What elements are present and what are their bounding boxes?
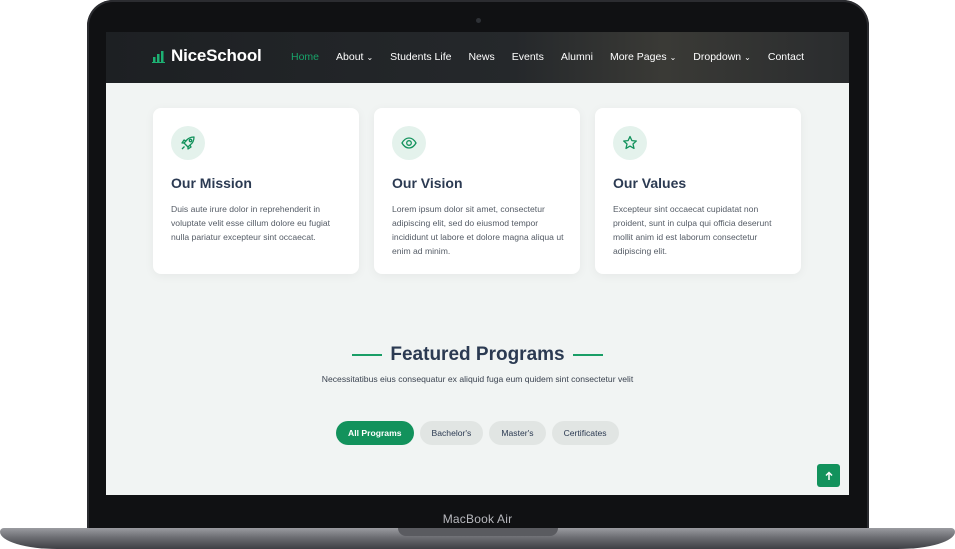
nav-item-events[interactable]: Events	[512, 51, 544, 63]
nav-label: Home	[291, 51, 320, 63]
nav-label: Contact	[767, 51, 805, 63]
card-text: Lorem ipsum dolor sit amet, consectetur …	[392, 204, 564, 256]
nav-item-contact[interactable]: Contact	[768, 51, 804, 63]
section-title: Featured Programs	[106, 344, 849, 366]
header-navbar: NiceSchool Home About ⌄ Students Life New…	[106, 32, 849, 83]
camera-icon	[476, 18, 481, 23]
chart-logo-icon	[152, 51, 165, 63]
program-filters: All Programs Bachelor's Master's Certifi…	[336, 421, 625, 445]
card-values: Our Values Excepteur sint occaecat cupid…	[595, 108, 801, 274]
nav-label: Events	[511, 51, 544, 63]
nav-item-dropdown[interactable]: Dropdown ⌄	[693, 51, 751, 63]
nav-label: Students Life	[390, 51, 452, 63]
nav-label: More Pages	[609, 51, 667, 63]
nav-item-home[interactable]: Home	[291, 51, 319, 63]
card-text: Excepteur sint occaecat cupidatat non pr…	[613, 204, 772, 256]
filter-bachelors[interactable]: Bachelor's	[419, 421, 484, 445]
laptop-notch	[398, 528, 558, 536]
filter-certificates[interactable]: Certificates	[551, 421, 619, 445]
filter-masters[interactable]: Master's	[489, 421, 546, 445]
nav-item-about[interactable]: About ⌄	[336, 51, 373, 63]
eye-icon	[392, 126, 426, 160]
nav-item-news[interactable]: News	[468, 51, 494, 63]
featured-programs-subtitle: Necessitatibus eius consequatur ex aliqu…	[321, 374, 634, 384]
chevron-down-icon: ⌄	[669, 52, 677, 62]
card-title: Our Values	[613, 175, 687, 191]
screen: NiceSchool Home About ⌄ Students Life New…	[106, 32, 849, 495]
nav-item-alumni[interactable]: Alumni	[561, 51, 593, 63]
rocket-icon	[171, 126, 205, 160]
card-text: Duis aute irure dolor in reprehenderit i…	[171, 204, 331, 242]
nav-label: News	[468, 51, 495, 63]
chevron-down-icon: ⌄	[366, 52, 374, 62]
card-vision: Our Vision Lorem ipsum dolor sit amet, c…	[374, 108, 580, 274]
nav-item-students-life[interactable]: Students Life	[390, 51, 451, 63]
site-logo[interactable]: NiceSchool	[152, 46, 262, 66]
nav-item-more-pages[interactable]: More Pages ⌄	[610, 51, 676, 63]
card-title: Our Mission	[171, 175, 252, 191]
chevron-down-icon: ⌄	[744, 52, 751, 62]
card-mission: Our Mission Duis aute irure dolor in rep…	[153, 108, 359, 274]
main-nav: Home About ⌄ Students Life News Events Al…	[291, 51, 821, 63]
device-label: MacBook Air	[442, 512, 513, 526]
scroll-top-button[interactable]	[817, 464, 840, 487]
featured-programs-title: Featured Programs	[390, 344, 565, 365]
logo-text: NiceSchool	[171, 46, 262, 65]
card-title: Our Vision	[392, 175, 463, 191]
star-icon	[613, 126, 647, 160]
title-divider	[352, 354, 383, 356]
arrow-up-icon	[824, 470, 833, 480]
title-divider	[572, 354, 603, 356]
nav-label: Dropdown	[693, 51, 742, 63]
nav-label: About	[336, 51, 364, 63]
filter-all-programs[interactable]: All Programs	[336, 421, 414, 445]
nav-label: Alumni	[560, 51, 593, 63]
